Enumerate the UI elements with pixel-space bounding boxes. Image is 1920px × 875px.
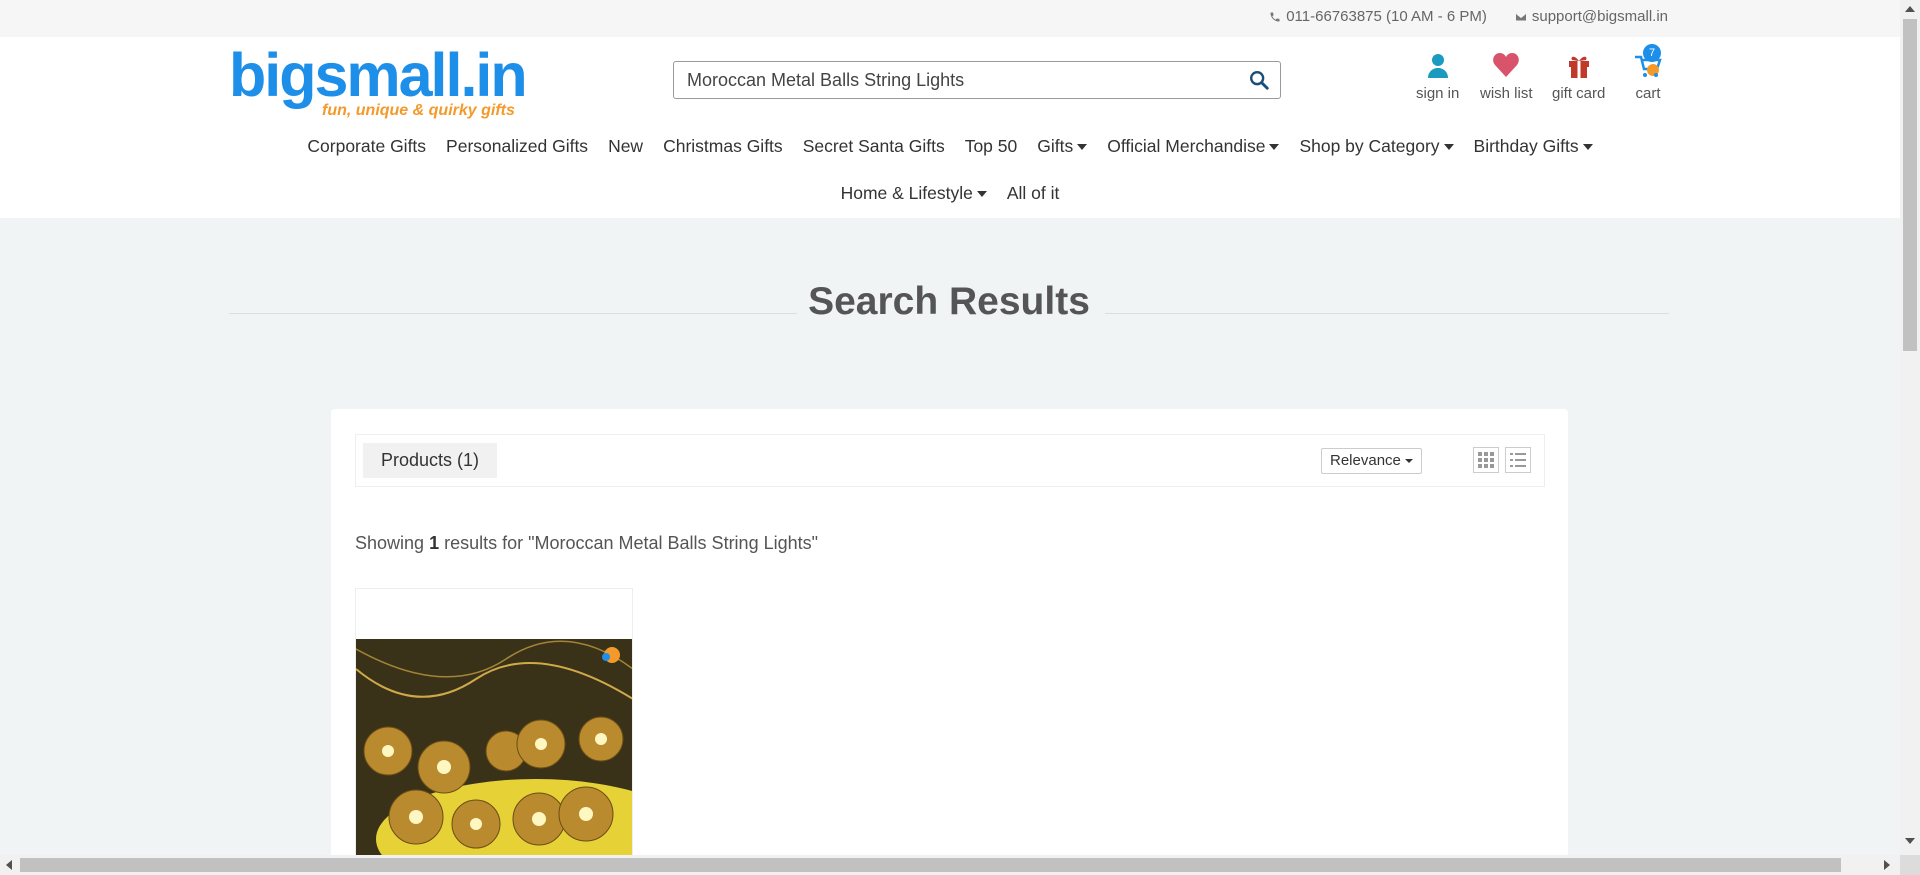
nav-item-home-lifestyle[interactable]: Home & Lifestyle bbox=[841, 183, 987, 204]
nav-item-new[interactable]: New bbox=[608, 136, 643, 157]
list-icon bbox=[1510, 453, 1526, 467]
gift-icon bbox=[1568, 56, 1589, 78]
nav-item-label: Secret Santa Gifts bbox=[802, 136, 945, 156]
nav-item-label: Christmas Gifts bbox=[663, 136, 783, 156]
heart-icon bbox=[1493, 53, 1520, 77]
nav-item-shop-by-category[interactable]: Shop by Category bbox=[1299, 136, 1454, 157]
vertical-scrollbar[interactable] bbox=[1900, 0, 1920, 875]
logo-wordmark: bigsmall.in bbox=[229, 41, 528, 109]
string-lights-illustration bbox=[356, 639, 632, 875]
search-bar bbox=[673, 61, 1281, 99]
nav-item-personalized-gifts[interactable]: Personalized Gifts bbox=[446, 136, 588, 157]
nav-row-secondary: Home & Lifestyle All of it bbox=[0, 170, 1900, 217]
page-title-section: Search Results bbox=[229, 272, 1669, 332]
caret-down-icon bbox=[1269, 143, 1280, 150]
results-panel: Products (1) Relevance Showing 1 results… bbox=[331, 409, 1568, 875]
results-toolbar: Products (1) Relevance bbox=[355, 434, 1545, 487]
email-address: support@bigsmall.in bbox=[1531, 8, 1668, 25]
site-header: bigsmall.in fun, unique & quirky gifts s… bbox=[0, 37, 1900, 218]
caret-down-icon bbox=[1443, 143, 1454, 150]
user-icon bbox=[1427, 54, 1448, 78]
search-icon[interactable] bbox=[1248, 69, 1270, 91]
scroll-up-arrow-icon[interactable] bbox=[1905, 6, 1915, 12]
sign-in-label: sign in bbox=[1416, 85, 1460, 102]
nav-item-top-50[interactable]: Top 50 bbox=[965, 136, 1018, 157]
results-suffix: results for "Moroccan Metal Balls String… bbox=[439, 533, 819, 553]
site-logo[interactable]: bigsmall.in fun, unique & quirky gifts bbox=[229, 43, 529, 119]
phone-contact[interactable]: 011-66763875 (10 AM - 6 PM) bbox=[1269, 8, 1487, 25]
nav-item-label: Personalized Gifts bbox=[446, 136, 589, 156]
gift-card-link[interactable]: gift card bbox=[1552, 51, 1605, 102]
nav-item-label: Shop by Category bbox=[1299, 136, 1440, 156]
horizontal-scroll-thumb[interactable] bbox=[20, 858, 1841, 872]
scroll-down-arrow-icon[interactable] bbox=[1905, 838, 1915, 844]
scrollbar-corner bbox=[1900, 855, 1920, 875]
nav-item-label: Official Merchandise bbox=[1107, 136, 1266, 156]
top-contact-bar: 011-66763875 (10 AM - 6 PM) support@bigs… bbox=[0, 0, 1900, 37]
nav-item-gifts[interactable]: Gifts bbox=[1037, 136, 1088, 157]
search-input[interactable] bbox=[674, 62, 1234, 98]
envelope-icon bbox=[1515, 13, 1526, 20]
wishlist-label: wish list bbox=[1480, 85, 1533, 102]
grid-view-button[interactable] bbox=[1473, 447, 1499, 473]
sort-value: Relevance bbox=[1330, 452, 1401, 469]
grid-icon bbox=[1478, 452, 1494, 468]
product-image[interactable] bbox=[356, 639, 632, 875]
nav-item-label: Home & Lifestyle bbox=[840, 183, 973, 203]
cart-count-badge: 7 bbox=[1643, 44, 1661, 62]
horizontal-scrollbar[interactable] bbox=[0, 855, 1900, 875]
page-title: Search Results bbox=[808, 280, 1090, 323]
caret-down-icon bbox=[1582, 143, 1593, 150]
gift-card-label: gift card bbox=[1552, 85, 1606, 102]
results-count: 1 bbox=[429, 533, 440, 553]
results-prefix: Showing bbox=[355, 533, 430, 553]
logo-tagline: fun, unique & quirky gifts bbox=[322, 102, 515, 119]
nav-item-label: All of it bbox=[1006, 183, 1060, 203]
phone-number: 011-66763875 (10 AM - 6 PM) bbox=[1286, 8, 1487, 25]
tab-products[interactable]: Products (1) bbox=[363, 443, 498, 478]
nav-row-primary: Corporate Gifts Personalized Gifts New Chri… bbox=[0, 123, 1900, 170]
nav-item-secret-santa-gifts[interactable]: Secret Santa Gifts bbox=[803, 136, 945, 157]
scroll-left-arrow-icon[interactable] bbox=[6, 860, 12, 870]
list-view-button[interactable] bbox=[1505, 447, 1531, 473]
nav-item-official-merchandise[interactable]: Official Merchandise bbox=[1107, 136, 1280, 157]
phone-icon bbox=[1270, 12, 1280, 21]
chevron-down-icon bbox=[1404, 459, 1413, 463]
scroll-right-arrow-icon[interactable] bbox=[1884, 860, 1890, 870]
vertical-scroll-thumb[interactable] bbox=[1903, 19, 1917, 351]
nav-item-label: Birthday Gifts bbox=[1473, 136, 1579, 156]
caret-down-icon bbox=[1077, 143, 1088, 150]
nav-item-label: Gifts bbox=[1037, 136, 1074, 156]
nav-item-christmas-gifts[interactable]: Christmas Gifts bbox=[663, 136, 783, 157]
product-card[interactable] bbox=[355, 588, 633, 875]
nav-item-label: Top 50 bbox=[964, 136, 1018, 156]
results-summary: Showing 1 results for "Moroccan Metal Ba… bbox=[355, 533, 818, 554]
email-contact[interactable]: support@bigsmall.in bbox=[1515, 8, 1668, 25]
nav-item-all-of-it[interactable]: All of it bbox=[1007, 183, 1060, 204]
nav-item-label: New bbox=[608, 136, 644, 156]
nav-item-label: Corporate Gifts bbox=[307, 136, 427, 156]
cart-link[interactable]: 7 cart bbox=[1633, 44, 1663, 102]
sort-dropdown[interactable]: Relevance bbox=[1321, 448, 1422, 474]
main-navigation: Corporate Gifts Personalized Gifts New Chri… bbox=[0, 123, 1900, 217]
nav-item-birthday-gifts[interactable]: Birthday Gifts bbox=[1474, 136, 1593, 157]
caret-down-icon bbox=[976, 190, 987, 197]
sign-in-link[interactable]: sign in bbox=[1416, 51, 1459, 102]
contact-info: 011-66763875 (10 AM - 6 PM) support@bigs… bbox=[1269, 8, 1668, 25]
wishlist-link[interactable]: wish list bbox=[1480, 51, 1533, 102]
cart-label: cart bbox=[1635, 85, 1661, 102]
nav-item-corporate-gifts[interactable]: Corporate Gifts bbox=[307, 136, 426, 157]
